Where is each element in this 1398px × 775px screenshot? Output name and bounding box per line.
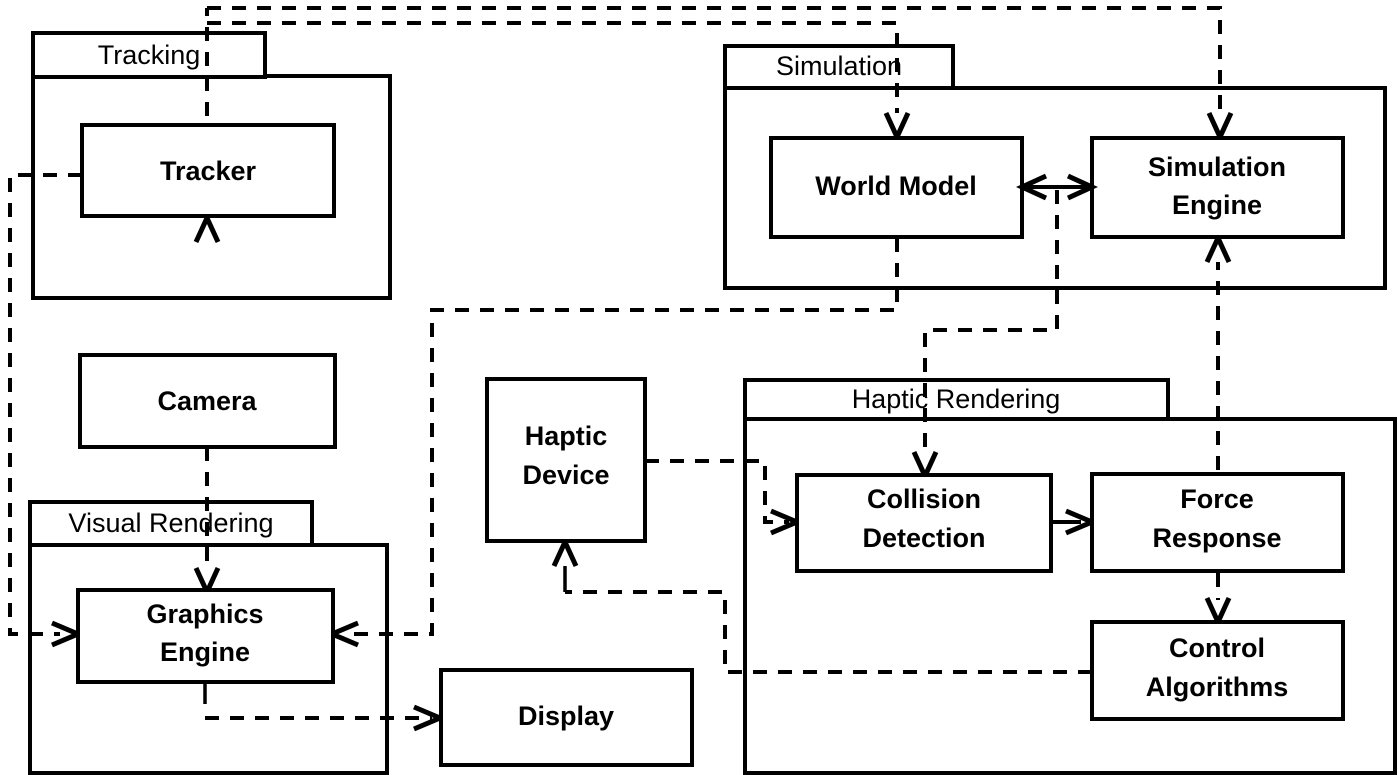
component-force-response-label-line1: Force (1180, 484, 1254, 514)
component-graphics-engine[interactable]: Graphics Engine (76, 588, 335, 684)
component-haptic-device-label-line2: Device (522, 460, 609, 490)
package-tracking-label: Tracking (98, 40, 201, 70)
component-control-algorithms[interactable]: Control Algorithms (1090, 620, 1345, 721)
component-simulation-engine-label-line2: Engine (1172, 190, 1262, 220)
component-collision-detection-label-line2: Detection (862, 523, 985, 553)
package-simulation-label: Simulation (776, 51, 902, 81)
component-control-algorithms-label-line1: Control (1169, 633, 1265, 663)
arrowhead-control-algorithms-to-haptic-device (551, 535, 579, 568)
package-visual-rendering-label: Visual Rendering (68, 508, 273, 538)
component-display-label: Display (518, 701, 614, 731)
component-haptic-device[interactable]: Haptic Device (485, 377, 647, 543)
component-tracker[interactable]: Tracker (80, 123, 336, 218)
component-camera[interactable]: Camera (78, 353, 337, 449)
architecture-diagram-canvas: Tracking Simulation Visual Rendering Hap… (8, 6, 1397, 775)
package-haptic-rendering-label: Haptic Rendering (852, 384, 1061, 414)
component-force-response-label-line2: Response (1152, 523, 1281, 553)
component-graphics-engine-label-line2: Engine (160, 637, 250, 667)
component-world-model-label: World Model (815, 171, 977, 201)
component-haptic-device-label-line1: Haptic (525, 421, 608, 451)
component-display[interactable]: Display (439, 668, 694, 767)
component-collision-detection-label-line1: Collision (867, 484, 981, 514)
component-tracker-label: Tracker (160, 156, 257, 186)
component-control-algorithms-label-line2: Algorithms (1146, 672, 1289, 702)
component-force-response[interactable]: Force Response (1090, 472, 1345, 573)
component-simulation-engine[interactable]: Simulation Engine (1090, 136, 1345, 239)
component-camera-label: Camera (157, 386, 257, 416)
component-graphics-engine-label-line1: Graphics (146, 599, 263, 629)
architecture-diagram: Tracking Simulation Visual Rendering Hap… (0, 0, 1398, 775)
component-collision-detection[interactable]: Collision Detection (795, 473, 1053, 573)
component-simulation-engine-label-line1: Simulation (1148, 152, 1286, 182)
component-world-model[interactable]: World Model (769, 136, 1024, 239)
